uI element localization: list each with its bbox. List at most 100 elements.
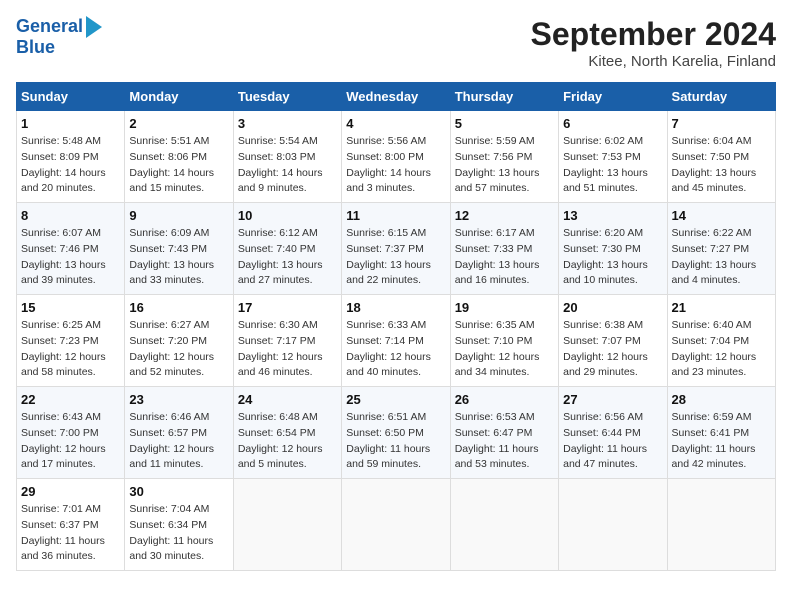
day-info: Sunrise: 7:04 AMSunset: 6:34 PMDaylight:…	[129, 502, 228, 565]
page-header: General Blue September 2024 Kitee, North…	[16, 16, 776, 70]
calendar-cell	[342, 479, 450, 571]
calendar-cell: 28 Sunrise: 6:59 AMSunset: 6:41 PMDayligh…	[667, 387, 775, 479]
day-info: Sunrise: 6:09 AMSunset: 7:43 PMDaylight:…	[129, 226, 228, 289]
day-info: Sunrise: 5:54 AMSunset: 8:03 PMDaylight:…	[238, 134, 337, 197]
day-info: Sunrise: 6:35 AMSunset: 7:10 PMDaylight:…	[455, 318, 554, 381]
day-info: Sunrise: 6:17 AMSunset: 7:33 PMDaylight:…	[455, 226, 554, 289]
day-info: Sunrise: 6:25 AMSunset: 7:23 PMDaylight:…	[21, 318, 120, 381]
calendar-cell: 26Sunrise: 6:53 AMSunset: 6:47 PMDayligh…	[450, 387, 558, 479]
day-number: 30	[129, 484, 228, 499]
col-header-thursday: Thursday	[450, 83, 558, 111]
day-number: 14	[672, 208, 771, 223]
day-number: 3	[238, 116, 337, 131]
day-info: Sunrise: 6:40 AMSunset: 7:04 PMDaylight:…	[672, 318, 771, 381]
day-number: 9	[129, 208, 228, 223]
day-number: 4	[346, 116, 445, 131]
page-title: September 2024	[531, 16, 776, 53]
day-number: 22	[21, 392, 120, 407]
calendar-cell: 2 Sunrise: 5:51 AMSunset: 8:06 PMDaylight…	[125, 111, 233, 203]
calendar-cell: 18Sunrise: 6:33 AMSunset: 7:14 PMDayligh…	[342, 295, 450, 387]
day-info: Sunrise: 6:15 AMSunset: 7:37 PMDaylight:…	[346, 226, 445, 289]
col-header-tuesday: Tuesday	[233, 83, 341, 111]
calendar-cell: 24 Sunrise: 6:48 AMSunset: 6:54 PMDayligh…	[233, 387, 341, 479]
logo-arrow-icon	[86, 16, 102, 38]
day-number: 5	[455, 116, 554, 131]
day-number: 11	[346, 208, 445, 223]
col-header-friday: Friday	[559, 83, 667, 111]
day-info: Sunrise: 6:48 AMSunset: 6:54 PMDaylight:…	[238, 410, 337, 473]
calendar-cell: 16 Sunrise: 6:27 AMSunset: 7:20 PMDayligh…	[125, 295, 233, 387]
day-number: 24	[238, 392, 337, 407]
day-number: 28	[672, 392, 771, 407]
day-number: 10	[238, 208, 337, 223]
day-number: 23	[129, 392, 228, 407]
day-info: Sunrise: 6:04 AMSunset: 7:50 PMDaylight:…	[672, 134, 771, 197]
calendar-cell: 5 Sunrise: 5:59 AMSunset: 7:56 PMDaylight…	[450, 111, 558, 203]
day-number: 17	[238, 300, 337, 315]
calendar-cell: 27 Sunrise: 6:56 AMSunset: 6:44 PMDayligh…	[559, 387, 667, 479]
calendar-cell	[233, 479, 341, 571]
day-info: Sunrise: 6:12 AMSunset: 7:40 PMDaylight:…	[238, 226, 337, 289]
col-header-monday: Monday	[125, 83, 233, 111]
calendar-cell: 14 Sunrise: 6:22 AMSunset: 7:27 PMDayligh…	[667, 203, 775, 295]
calendar-cell: 3 Sunrise: 5:54 AMSunset: 8:03 PMDaylight…	[233, 111, 341, 203]
calendar-cell: 8Sunrise: 6:07 AMSunset: 7:46 PMDaylight…	[17, 203, 125, 295]
logo: General Blue	[16, 16, 102, 58]
day-info: Sunrise: 5:48 AMSunset: 8:09 PMDaylight:…	[21, 134, 120, 197]
day-number: 27	[563, 392, 662, 407]
calendar-cell: 30 Sunrise: 7:04 AMSunset: 6:34 PMDayligh…	[125, 479, 233, 571]
calendar-cell: 25Sunrise: 6:51 AMSunset: 6:50 PMDayligh…	[342, 387, 450, 479]
day-number: 12	[455, 208, 554, 223]
day-info: Sunrise: 6:20 AMSunset: 7:30 PMDaylight:…	[563, 226, 662, 289]
page-subtitle: Kitee, North Karelia, Finland	[531, 53, 776, 70]
day-info: Sunrise: 6:38 AMSunset: 7:07 PMDaylight:…	[563, 318, 662, 381]
day-number: 16	[129, 300, 228, 315]
calendar-table: SundayMondayTuesdayWednesdayThursdayFrid…	[16, 82, 776, 571]
day-number: 20	[563, 300, 662, 315]
day-info: Sunrise: 6:27 AMSunset: 7:20 PMDaylight:…	[129, 318, 228, 381]
col-header-saturday: Saturday	[667, 83, 775, 111]
calendar-cell: 29Sunrise: 7:01 AMSunset: 6:37 PMDayligh…	[17, 479, 125, 571]
calendar-week-row: 15 Sunrise: 6:25 AMSunset: 7:23 PMDayligh…	[17, 295, 776, 387]
calendar-cell: 21Sunrise: 6:40 AMSunset: 7:04 PMDayligh…	[667, 295, 775, 387]
day-number: 13	[563, 208, 662, 223]
calendar-cell: 12 Sunrise: 6:17 AMSunset: 7:33 PMDayligh…	[450, 203, 558, 295]
day-info: Sunrise: 6:59 AMSunset: 6:41 PMDaylight:…	[672, 410, 771, 473]
calendar-cell: 4 Sunrise: 5:56 AMSunset: 8:00 PMDaylight…	[342, 111, 450, 203]
day-info: Sunrise: 5:56 AMSunset: 8:00 PMDaylight:…	[346, 134, 445, 197]
day-info: Sunrise: 6:43 AMSunset: 7:00 PMDaylight:…	[21, 410, 120, 473]
calendar-cell: 23 Sunrise: 6:46 AMSunset: 6:57 PMDayligh…	[125, 387, 233, 479]
day-info: Sunrise: 6:22 AMSunset: 7:27 PMDaylight:…	[672, 226, 771, 289]
day-info: Sunrise: 6:02 AMSunset: 7:53 PMDaylight:…	[563, 134, 662, 197]
calendar-cell: 10 Sunrise: 6:12 AMSunset: 7:40 PMDayligh…	[233, 203, 341, 295]
calendar-cell: 19 Sunrise: 6:35 AMSunset: 7:10 PMDayligh…	[450, 295, 558, 387]
day-number: 2	[129, 116, 228, 131]
day-number: 19	[455, 300, 554, 315]
day-number: 6	[563, 116, 662, 131]
calendar-week-row: 29Sunrise: 7:01 AMSunset: 6:37 PMDayligh…	[17, 479, 776, 571]
day-info: Sunrise: 5:59 AMSunset: 7:56 PMDaylight:…	[455, 134, 554, 197]
day-info: Sunrise: 6:51 AMSunset: 6:50 PMDaylight:…	[346, 410, 445, 473]
day-number: 26	[455, 392, 554, 407]
calendar-cell	[559, 479, 667, 571]
calendar-header-row: SundayMondayTuesdayWednesdayThursdayFrid…	[17, 83, 776, 111]
logo-blue: Blue	[16, 38, 102, 58]
logo-text-block: General Blue	[16, 16, 102, 58]
calendar-week-row: 8Sunrise: 6:07 AMSunset: 7:46 PMDaylight…	[17, 203, 776, 295]
calendar-cell: 11 Sunrise: 6:15 AMSunset: 7:37 PMDayligh…	[342, 203, 450, 295]
calendar-cell: 15 Sunrise: 6:25 AMSunset: 7:23 PMDayligh…	[17, 295, 125, 387]
day-info: Sunrise: 6:07 AMSunset: 7:46 PMDaylight:…	[21, 226, 120, 289]
calendar-cell: 1Sunrise: 5:48 AMSunset: 8:09 PMDaylight…	[17, 111, 125, 203]
calendar-week-row: 1Sunrise: 5:48 AMSunset: 8:09 PMDaylight…	[17, 111, 776, 203]
calendar-cell: 20 Sunrise: 6:38 AMSunset: 7:07 PMDayligh…	[559, 295, 667, 387]
title-block: September 2024 Kitee, North Karelia, Fin…	[531, 16, 776, 70]
day-info: Sunrise: 6:30 AMSunset: 7:17 PMDaylight:…	[238, 318, 337, 381]
day-number: 15	[21, 300, 120, 315]
logo-general: General	[16, 17, 83, 37]
day-info: Sunrise: 6:56 AMSunset: 6:44 PMDaylight:…	[563, 410, 662, 473]
day-info: Sunrise: 5:51 AMSunset: 8:06 PMDaylight:…	[129, 134, 228, 197]
calendar-cell	[450, 479, 558, 571]
day-info: Sunrise: 7:01 AMSunset: 6:37 PMDaylight:…	[21, 502, 120, 565]
day-info: Sunrise: 6:46 AMSunset: 6:57 PMDaylight:…	[129, 410, 228, 473]
day-info: Sunrise: 6:33 AMSunset: 7:14 PMDaylight:…	[346, 318, 445, 381]
